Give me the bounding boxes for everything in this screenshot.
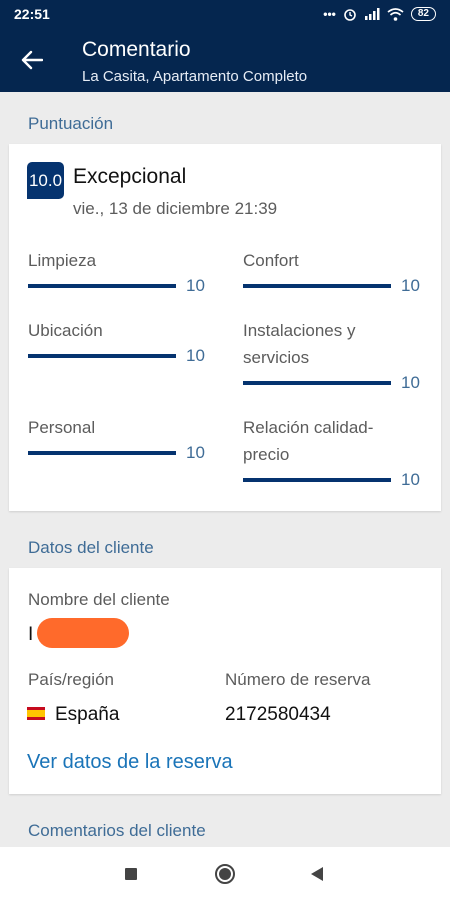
triangle-left-icon: [311, 867, 323, 881]
metric-value: 10: [401, 470, 420, 489]
metric-label: Confort: [243, 251, 299, 270]
metric-calidad-precio: Relación calidad-precio 10: [243, 414, 421, 489]
metric-bar: [28, 284, 176, 288]
metric-label: Limpieza: [28, 251, 97, 270]
back-button[interactable]: [16, 44, 48, 76]
system-nav-bar: [0, 847, 450, 900]
metric-value: 10: [186, 443, 205, 462]
signal-icon: [364, 8, 380, 20]
spain-flag-icon: [27, 707, 45, 720]
metric-label: Personal: [28, 418, 96, 437]
metric-limpieza: Limpieza 10: [28, 247, 206, 295]
home-button[interactable]: [212, 861, 238, 887]
square-icon: [125, 868, 137, 880]
metric-value: 10: [186, 346, 205, 365]
battery-indicator: 82: [410, 7, 436, 21]
recents-button[interactable]: [118, 861, 144, 887]
guest-name-value: I: [28, 624, 34, 645]
guest-card: Nombre del cliente I País/región España …: [9, 568, 441, 794]
metric-bar: [243, 284, 391, 288]
app-bar: Comentario La Casita, Apartamento Comple…: [0, 28, 450, 92]
metric-value: 10: [401, 373, 420, 392]
metric-bar: [28, 354, 176, 358]
metric-label: Relación calidad-precio: [243, 418, 374, 464]
score-word: Excepcional: [73, 165, 187, 188]
booking-number-label: Número de reserva: [225, 670, 371, 689]
country-value: España: [55, 704, 120, 725]
metric-instalaciones: Instalaciones y servicios 10: [243, 317, 421, 392]
alarm-icon: [344, 9, 356, 21]
circle-icon: [215, 864, 235, 884]
metric-bar: [28, 451, 176, 455]
metric-personal: Personal 10: [28, 414, 206, 462]
booking-number-value: 2172580434: [225, 704, 331, 725]
metric-confort: Confort 10: [243, 247, 421, 295]
guest-name-label: Nombre del cliente: [28, 590, 170, 609]
metric-label: Ubicación: [28, 321, 103, 340]
arrow-left-icon: [21, 50, 43, 70]
comments-section-title: Comentarios del cliente: [28, 821, 206, 840]
rating-section-title: Puntuación: [28, 114, 114, 133]
guest-section-title: Datos del cliente: [28, 538, 154, 557]
country-label: País/región: [28, 670, 114, 689]
more-dots-icon: •••: [323, 7, 336, 21]
page-subtitle: La Casita, Apartamento Completo: [82, 68, 308, 85]
view-booking-link[interactable]: Ver datos de la reserva: [27, 751, 233, 774]
status-time: 22:51: [14, 6, 50, 22]
metric-value: 10: [186, 276, 205, 295]
back-nav-button[interactable]: [304, 861, 330, 887]
metric-bar: [243, 478, 391, 482]
metric-bar: [243, 381, 391, 385]
status-icons: ••• 82: [323, 7, 436, 21]
metric-value: 10: [401, 276, 420, 295]
metric-ubicacion: Ubicación 10: [28, 317, 206, 365]
review-date: vie., 13 de diciembre 21:39: [73, 199, 278, 218]
redaction-mark: [37, 618, 129, 648]
metric-label: Instalaciones y servicios: [243, 321, 356, 367]
score-badge: 10.0: [27, 162, 64, 199]
page-title: Comentario: [82, 38, 191, 61]
rating-card: 10.0 Excepcional vie., 13 de diciembre 2…: [9, 144, 441, 511]
status-bar: 22:51 ••• 82: [0, 0, 450, 28]
wifi-icon: [387, 7, 404, 21]
